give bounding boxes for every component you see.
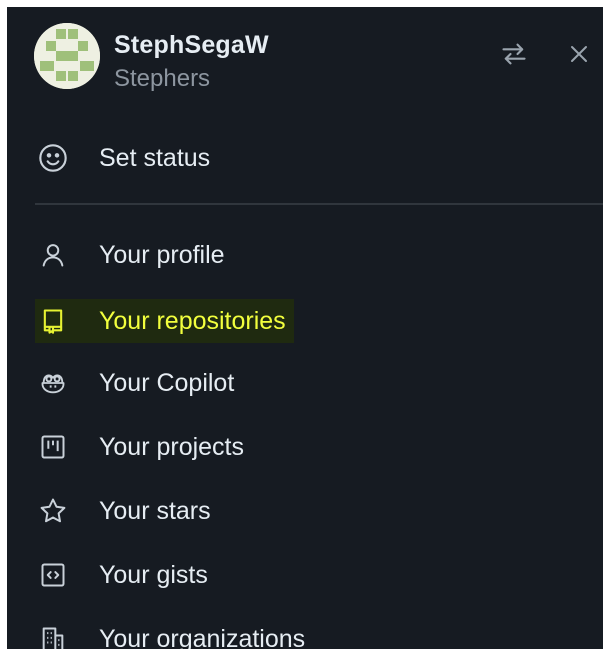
smiley-icon xyxy=(35,140,71,176)
switch-account-icon xyxy=(502,43,526,65)
menu-item-label: Your profile xyxy=(99,240,225,269)
menu-item-label: Your organizations xyxy=(99,624,306,649)
menu-item-organizations[interactable]: Your organizations xyxy=(35,617,305,649)
close-button[interactable] xyxy=(562,37,596,71)
code-square-icon xyxy=(35,557,71,593)
project-icon xyxy=(35,429,71,465)
menu-item-label: Your stars xyxy=(99,496,211,525)
repo-icon xyxy=(35,303,71,339)
menu-item-stars[interactable]: Your stars xyxy=(35,489,211,533)
set-status-label: Set status xyxy=(99,143,211,172)
menu-item-label: Your Copilot xyxy=(99,368,235,397)
user-avatar[interactable] xyxy=(34,23,100,89)
person-icon xyxy=(35,237,71,273)
menu-item-copilot[interactable]: Your Copilot xyxy=(35,361,234,405)
user-login: Stephers xyxy=(114,65,211,92)
menu-item-label: Your gists xyxy=(99,560,208,589)
organization-icon xyxy=(35,621,71,649)
menu-item-label: Your projects xyxy=(99,432,244,461)
account-menu-panel: StephSegaW Stephers Set status Your prof… xyxy=(7,7,603,649)
star-icon xyxy=(35,493,71,529)
set-status-button[interactable]: Set status xyxy=(35,136,210,180)
menu-item-label: Your repositories xyxy=(99,306,286,335)
copilot-icon xyxy=(35,365,71,401)
menu-item-projects[interactable]: Your projects xyxy=(35,425,244,469)
close-icon xyxy=(571,46,587,62)
menu-item-profile[interactable]: Your profile xyxy=(35,233,225,277)
menu-item-repositories[interactable]: Your repositories xyxy=(35,299,294,343)
switch-account-button[interactable] xyxy=(497,37,531,71)
user-display-name: StephSegaW xyxy=(114,31,269,59)
menu-item-gists[interactable]: Your gists xyxy=(35,553,208,597)
account-header: StephSegaW Stephers xyxy=(7,7,603,107)
menu-divider xyxy=(35,203,603,205)
